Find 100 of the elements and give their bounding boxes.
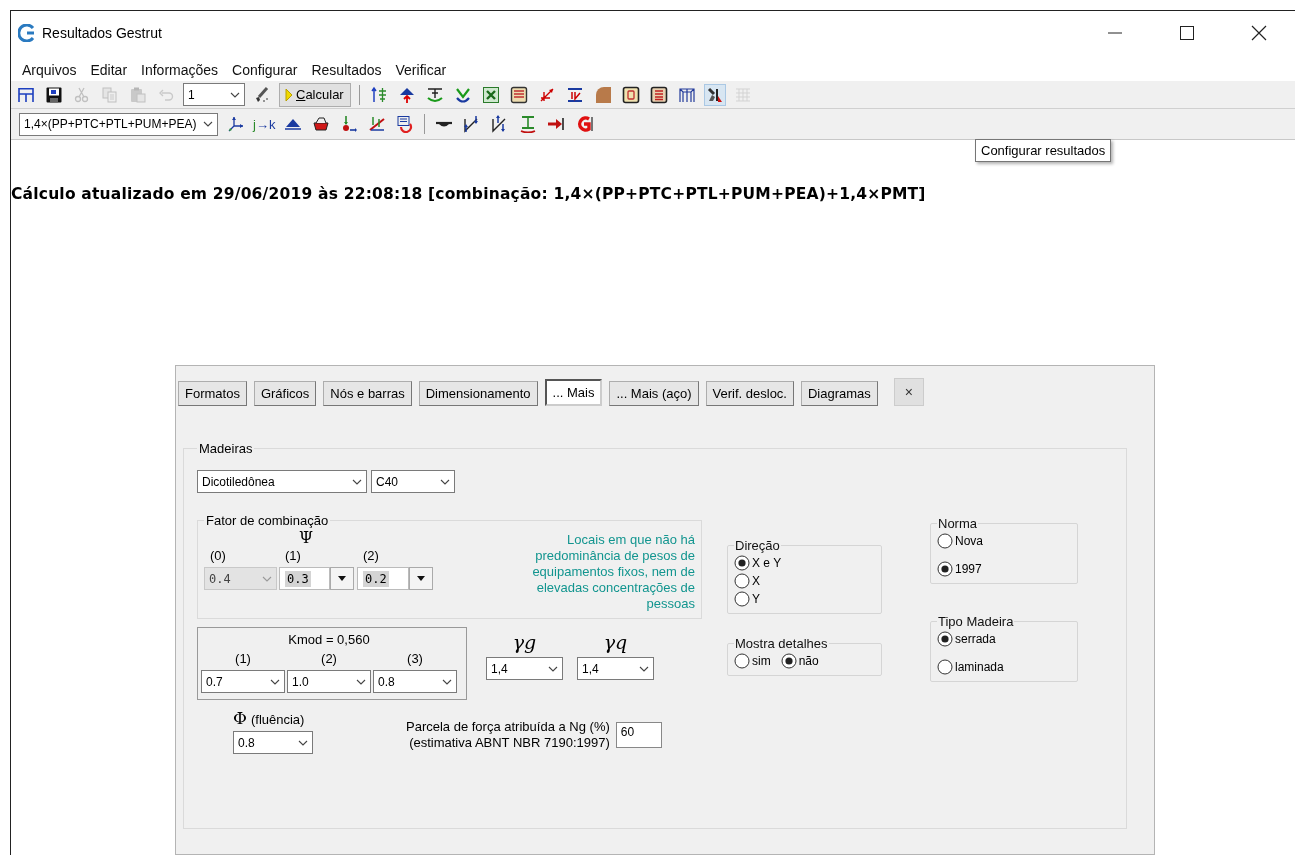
- chevron-down-icon: [352, 478, 362, 485]
- dropdown[interactable]: Dicotiledônea: [197, 470, 367, 493]
- chevron-down-icon: [442, 678, 452, 685]
- calculate-button[interactable]: Calcular: [279, 82, 351, 107]
- status-text: Cálculo atualizado em 29/06/2019 às 22:08:18 [combinação: 1,4×(PP+PTC+PTL+PUM+PEA)+1,4×PMT]: [11, 185, 927, 203]
- creep-label: (fluência): [250, 712, 305, 727]
- dropdown[interactable]: 1.0: [287, 670, 371, 693]
- phi-symbol: Φ: [233, 708, 247, 728]
- toolbar-button[interactable]: j→k: [252, 116, 277, 132]
- menu-item[interactable]: Verificar: [393, 62, 449, 78]
- radio-option[interactable]: X: [734, 573, 760, 589]
- dropdown[interactable]: 0.8: [373, 670, 457, 693]
- close-icon: [1251, 25, 1267, 41]
- report-icon: [509, 85, 528, 104]
- input-field[interactable]: 60: [615, 722, 662, 748]
- arc-icon: [575, 115, 594, 133]
- tab[interactable]: Nós e barras: [323, 381, 412, 406]
- refresh-icon: [396, 115, 415, 133]
- radio-option[interactable]: Y: [734, 591, 760, 607]
- note-text: Locais em que não há predominância de pesos de equipamentos fixos, nem de elevadas concentrações de pessoas: [531, 531, 695, 612]
- dropdown[interactable]: C40: [371, 470, 455, 493]
- spreadsheet-icon: [481, 85, 500, 104]
- chevron-down-icon: [356, 678, 366, 685]
- radio-option[interactable]: sim: [734, 653, 771, 669]
- group-title: Direção: [734, 538, 781, 553]
- chevron-down-icon: [548, 665, 558, 672]
- group-title: Madeiras: [198, 441, 254, 456]
- group-title: Tipo Madeira: [937, 614, 1015, 629]
- close-button[interactable]: ×: [893, 378, 924, 406]
- logo-icon: [18, 24, 36, 42]
- dropdown[interactable]: 0.7: [201, 670, 285, 693]
- maximize-icon: [1179, 25, 1195, 41]
- group-title: Mostra detalhes: [734, 636, 829, 651]
- frame-icon: [17, 85, 35, 104]
- save-icon: [45, 85, 63, 104]
- tab[interactable]: Formatos: [178, 381, 247, 406]
- index-label: (0): [209, 548, 227, 563]
- kmod-label: Kmod = 0,560: [287, 632, 371, 647]
- brush-icon: [253, 85, 271, 104]
- chevron-down-icon: [440, 478, 450, 485]
- square-icon: [621, 85, 640, 104]
- dropdown[interactable]: 1,4×(PP+PTC+PTL+PUM+PEA): [19, 112, 218, 136]
- index-label: (1): [234, 651, 252, 666]
- scissors-icon: [73, 85, 91, 104]
- node-icon: [340, 115, 359, 133]
- tab[interactable]: ... Mais (aço): [609, 381, 699, 406]
- list-icon: [649, 85, 668, 104]
- index-label: (2): [320, 651, 338, 666]
- dropdown[interactable]: 1,4: [486, 657, 563, 680]
- chevron-down-icon: [298, 739, 308, 746]
- chevron-down-icon: [203, 121, 213, 127]
- menu-item[interactable]: Configurar: [230, 62, 300, 78]
- dropdown[interactable]: 0.8: [233, 731, 313, 754]
- tooltip: Configurar resultados: [975, 139, 1112, 162]
- chevron-down-icon: [270, 678, 280, 685]
- gamma-symbol: γq: [603, 631, 628, 653]
- field-note: (estimativa ABNT NBR 7190:1997): [409, 735, 610, 751]
- clipboard-icon: [129, 85, 147, 104]
- radio-option[interactable]: 1997: [937, 561, 982, 577]
- radio-option[interactable]: não: [780, 653, 819, 669]
- triangle-down-icon: [338, 576, 346, 581]
- dropdown[interactable]: 1,4: [577, 657, 654, 680]
- copy-icon: [101, 85, 119, 104]
- chevron-down-icon: [262, 575, 272, 582]
- beam-icon: [425, 85, 444, 104]
- dropdown[interactable]: 1: [183, 83, 245, 106]
- beam-icon: [519, 115, 538, 133]
- radio-option[interactable]: serrada: [937, 631, 996, 647]
- arrows-icon: [369, 85, 388, 104]
- grid-icon: [677, 85, 696, 104]
- play-icon: [284, 87, 293, 102]
- group-title: Fator de combinação: [205, 513, 330, 528]
- window-title: Resultados Gestrut: [42, 25, 163, 41]
- radio-option[interactable]: X e Y: [734, 555, 782, 571]
- axes-icon: [226, 115, 244, 133]
- beam-icon: [565, 85, 584, 104]
- tab[interactable]: ... Mais: [544, 379, 603, 406]
- field-label: Parcela de força atribuída a Ng (%): [406, 719, 610, 735]
- chevron-down-icon: [639, 665, 649, 672]
- tab[interactable]: Dimensionamento: [418, 381, 538, 406]
- index-label: (3): [406, 651, 424, 666]
- radio-option[interactable]: Nova: [937, 533, 983, 549]
- psi-symbol: Ψ: [298, 528, 315, 544]
- index-label: (2): [362, 548, 380, 563]
- bowl-icon: [312, 115, 331, 133]
- radio-option[interactable]: laminada: [937, 659, 1004, 675]
- tab[interactable]: Verif. desloc.: [705, 381, 794, 406]
- menu-item[interactable]: Resultados: [309, 62, 384, 78]
- tab[interactable]: Diagramas: [801, 381, 878, 406]
- tab[interactable]: Gráficos: [253, 381, 317, 406]
- index-label: (1): [284, 548, 302, 563]
- group-title: Norma: [937, 516, 978, 531]
- menu-item[interactable]: Informações: [139, 62, 221, 78]
- force-icon: [368, 115, 387, 133]
- menu-item[interactable]: Arquivos: [20, 62, 79, 78]
- triangle-down-icon: [417, 576, 425, 581]
- gamma-symbol: γg: [512, 631, 537, 653]
- arrow-icon: [547, 115, 566, 133]
- menu-item[interactable]: Editar: [88, 62, 130, 78]
- chevron-down-icon: [230, 91, 240, 98]
